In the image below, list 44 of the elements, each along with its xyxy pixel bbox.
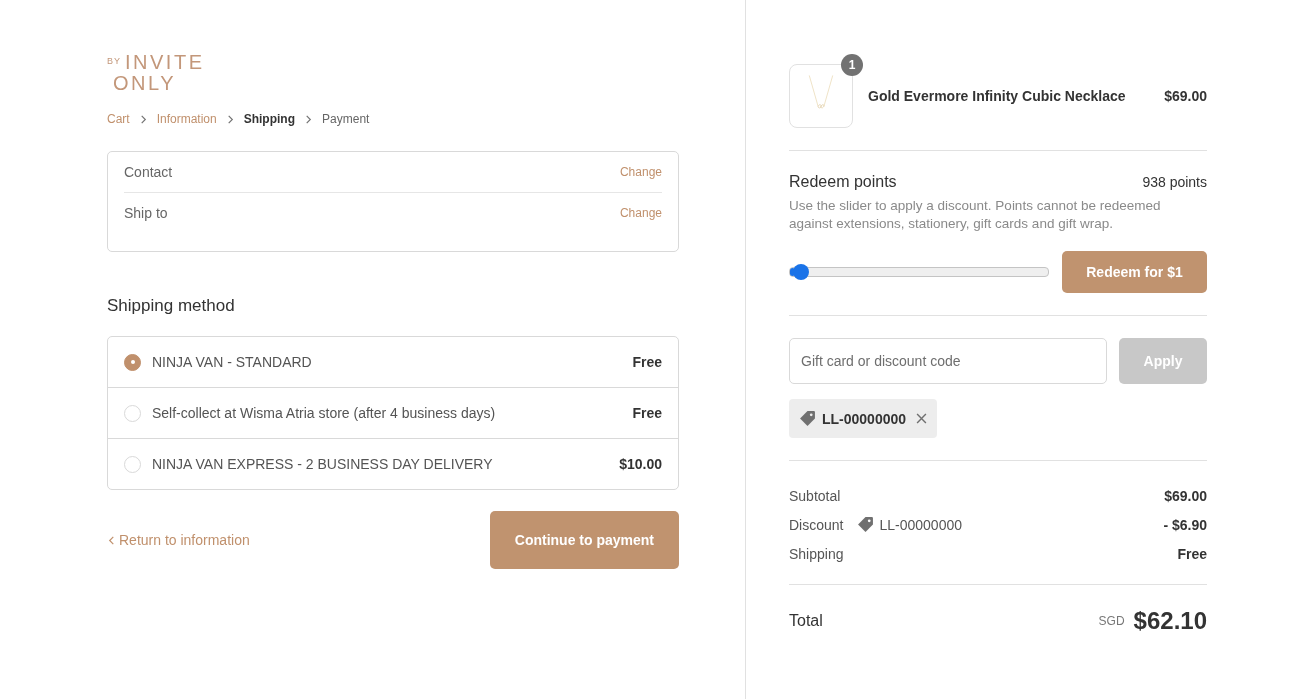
discount-code: LL-00000000 <box>822 410 907 427</box>
summary-label: Discount <box>789 516 844 533</box>
discount-code: LL-00000000 <box>879 516 962 533</box>
product-price: $69.00 <box>1164 88 1207 104</box>
continue-button[interactable]: Continue to payment <box>489 511 679 569</box>
chevron-right-icon <box>138 114 148 124</box>
breadcrumb-link[interactable]: Information <box>156 112 217 126</box>
product-name: Gold Evermore Infinity Cubic Necklace <box>868 88 1127 104</box>
option-price: Free <box>632 405 662 421</box>
option-label: Self-collect at Wisma Atria store (after 4 business days) <box>152 405 497 421</box>
option-label: NINJA VAN EXPRESS - 2 BUSINESS DAY DELIVERY <box>152 456 494 472</box>
points-note: Use the slider to apply a discount. Points cannot be redeemed against extensions, stationery, gift cards and gift wrap. <box>789 197 1162 233</box>
chevron-left-icon <box>107 535 116 545</box>
tag-icon <box>857 516 875 533</box>
points-title: Redeem points <box>789 173 897 191</box>
currency-code: SGD <box>1098 614 1125 628</box>
return-link[interactable]: Return to information <box>107 532 250 548</box>
summary-value: - $6.90 <box>1163 516 1207 533</box>
review-label: Contact <box>124 164 173 180</box>
summary-label: Shipping <box>789 545 844 562</box>
review-label: Ship to <box>124 205 168 221</box>
summary-value: $69.00 <box>1164 487 1207 504</box>
total-amount: $62.10 <box>1133 607 1207 635</box>
breadcrumb-link[interactable]: Cart <box>107 112 130 126</box>
discount-code-field[interactable]: Gift card or discount code <box>789 338 1107 384</box>
total-label: Total <box>789 612 824 630</box>
option-label: NINJA VAN - STANDARD <box>152 354 313 370</box>
section-title: Shipping method <box>107 296 236 316</box>
redeem-button[interactable]: Redeem for $1 <box>1062 251 1207 293</box>
points-slider[interactable] <box>789 267 1049 277</box>
slider-thumb[interactable] <box>793 264 810 280</box>
option-price: Free <box>632 354 662 370</box>
option-price: $10.00 <box>619 456 662 472</box>
change-link[interactable]: Change <box>619 165 662 179</box>
quantity-badge: 1 <box>841 54 863 76</box>
summary-label: Subtotal <box>789 487 841 504</box>
close-icon[interactable] <box>916 413 928 424</box>
points-balance: 938 points <box>1142 174 1207 190</box>
radio-button[interactable] <box>124 353 141 371</box>
chevron-right-icon <box>304 114 314 124</box>
chevron-right-icon <box>225 114 235 124</box>
summary-value: Free <box>1177 545 1207 562</box>
change-link[interactable]: Change <box>619 206 662 220</box>
tag-icon <box>799 410 816 427</box>
